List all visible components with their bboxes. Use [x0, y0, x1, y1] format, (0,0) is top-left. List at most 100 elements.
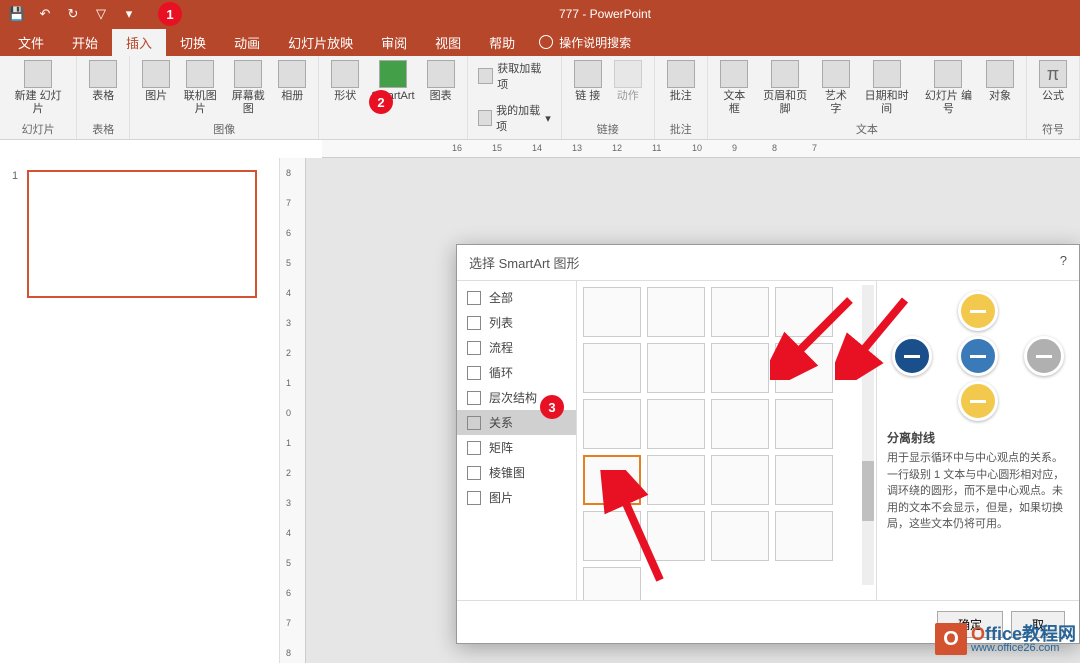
pictures-button[interactable]: 图片: [136, 58, 176, 105]
layout-option[interactable]: [647, 287, 705, 337]
smartart-icon: [379, 60, 407, 88]
online-picture-icon: [186, 60, 214, 88]
process-icon: [467, 341, 481, 355]
preview-description: 用于显示循环中与中心观点的关系。一行级别 1 文本与中心圆形相对应，调环绕的圆形…: [887, 450, 1069, 533]
header-footer-button[interactable]: 页眉和页脚: [755, 58, 815, 118]
picture-cat-icon: [467, 491, 481, 505]
my-addins-icon: [478, 110, 493, 126]
tab-transitions[interactable]: 切换: [166, 29, 220, 56]
layout-option[interactable]: [711, 399, 769, 449]
online-pictures-button[interactable]: 联机图片: [176, 58, 224, 118]
object-icon: [986, 60, 1014, 88]
layout-option[interactable]: [775, 511, 833, 561]
hierarchy-icon: [467, 391, 481, 405]
layout-option[interactable]: [711, 343, 769, 393]
redo-icon[interactable]: ↻: [64, 5, 82, 23]
comment-button[interactable]: 批注: [661, 58, 701, 105]
layout-option[interactable]: [583, 399, 641, 449]
list-icon: [467, 316, 481, 330]
layout-option[interactable]: [711, 455, 769, 505]
layout-option[interactable]: [775, 343, 833, 393]
category-matrix[interactable]: 矩阵: [457, 435, 576, 460]
wordart-button[interactable]: 艺术字: [815, 58, 856, 118]
layout-option-selected[interactable]: [583, 455, 641, 505]
layout-option[interactable]: [583, 567, 641, 600]
action-button[interactable]: 动作: [608, 58, 648, 105]
layout-option[interactable]: [775, 399, 833, 449]
start-from-beginning-icon[interactable]: ▽: [92, 5, 110, 23]
category-list: 全部 列表 流程 循环 层次结构 关系 矩阵 棱锥图 图片: [457, 281, 577, 600]
layout-option[interactable]: [647, 511, 705, 561]
tab-home[interactable]: 开始: [58, 29, 112, 56]
layout-option[interactable]: [775, 287, 833, 337]
tab-animations[interactable]: 动画: [220, 29, 274, 56]
layout-option[interactable]: [583, 343, 641, 393]
tell-me-search[interactable]: 操作说明搜索: [539, 34, 631, 51]
layout-option[interactable]: [775, 455, 833, 505]
slide-thumbnail-1[interactable]: [27, 170, 257, 298]
watermark-title: Office教程网: [971, 625, 1076, 643]
album-button[interactable]: 相册: [272, 58, 312, 105]
cycle-icon: [467, 366, 481, 380]
dialog-help-icon[interactable]: ?: [1060, 253, 1067, 272]
layout-option[interactable]: [583, 287, 641, 337]
layout-option[interactable]: [711, 511, 769, 561]
link-icon: [574, 60, 602, 88]
object-button[interactable]: 对象: [980, 58, 1020, 105]
vertical-ruler: 87654321012345678: [280, 158, 306, 663]
get-addins-button[interactable]: 获取加载项: [474, 58, 555, 94]
layout-option[interactable]: [647, 399, 705, 449]
equation-button[interactable]: π公式: [1033, 58, 1073, 105]
all-icon: [467, 291, 481, 305]
undo-icon[interactable]: ↶: [36, 5, 54, 23]
category-list-type[interactable]: 列表: [457, 310, 576, 335]
qat-dropdown-icon[interactable]: ▾: [120, 5, 138, 23]
relationship-icon: [467, 416, 481, 430]
picture-icon: [142, 60, 170, 88]
save-icon[interactable]: 💾: [8, 5, 26, 23]
group-illustrations: 形状 SmartArt 图表 插图: [319, 56, 467, 139]
layout-grid: [577, 281, 877, 600]
chart-icon: [427, 60, 455, 88]
datetime-button[interactable]: 日期和时间: [856, 58, 916, 118]
tab-view[interactable]: 视图: [421, 29, 475, 56]
group-slides: 新建 幻灯片 幻灯片: [0, 56, 77, 139]
category-all[interactable]: 全部: [457, 285, 576, 310]
link-button[interactable]: 链 接: [568, 58, 608, 105]
category-pyramid[interactable]: 棱锥图: [457, 460, 576, 485]
ribbon: 新建 幻灯片 幻灯片 表格 表格 图片 联机图片 屏幕截图 相册 图像 形状 S…: [0, 56, 1080, 140]
slide-number-button[interactable]: 幻灯片 编号: [917, 58, 980, 118]
chart-button[interactable]: 图表: [421, 58, 461, 105]
table-button[interactable]: 表格: [83, 58, 123, 105]
category-process[interactable]: 流程: [457, 335, 576, 360]
layout-option[interactable]: [647, 343, 705, 393]
shapes-button[interactable]: 形状: [325, 58, 365, 105]
group-symbols: π公式 符号: [1027, 56, 1080, 139]
group-addins: 获取加载项 我的加载项 ▾ 加载项: [468, 56, 562, 139]
pyramid-icon: [467, 466, 481, 480]
wordart-icon: [822, 60, 850, 88]
layout-option[interactable]: [647, 455, 705, 505]
new-slide-button[interactable]: 新建 幻灯片: [6, 58, 70, 118]
my-addins-button[interactable]: 我的加载项 ▾: [474, 100, 555, 136]
category-picture[interactable]: 图片: [457, 485, 576, 510]
watermark-url: www.office26.com: [971, 643, 1076, 654]
layout-option[interactable]: [583, 511, 641, 561]
watermark-logo-icon: O: [935, 623, 967, 655]
tab-insert[interactable]: 插入: [112, 29, 166, 56]
layout-option[interactable]: [711, 287, 769, 337]
tab-review[interactable]: 审阅: [367, 29, 421, 56]
category-cycle[interactable]: 循环: [457, 360, 576, 385]
textbox-button[interactable]: 文本框: [714, 58, 755, 118]
slide-number: 1: [12, 170, 18, 182]
screenshot-button[interactable]: 屏幕截图: [224, 58, 272, 118]
tab-help[interactable]: 帮助: [475, 29, 529, 56]
scrollbar-thumb[interactable]: [862, 461, 874, 521]
scrollbar-track[interactable]: [862, 285, 874, 585]
annotation-badge-2: 2: [369, 90, 393, 114]
header-footer-icon: [771, 60, 799, 88]
matrix-icon: [467, 441, 481, 455]
tab-slideshow[interactable]: 幻灯片放映: [274, 29, 367, 56]
preview-figure: [887, 291, 1069, 421]
tab-file[interactable]: 文件: [4, 29, 58, 56]
